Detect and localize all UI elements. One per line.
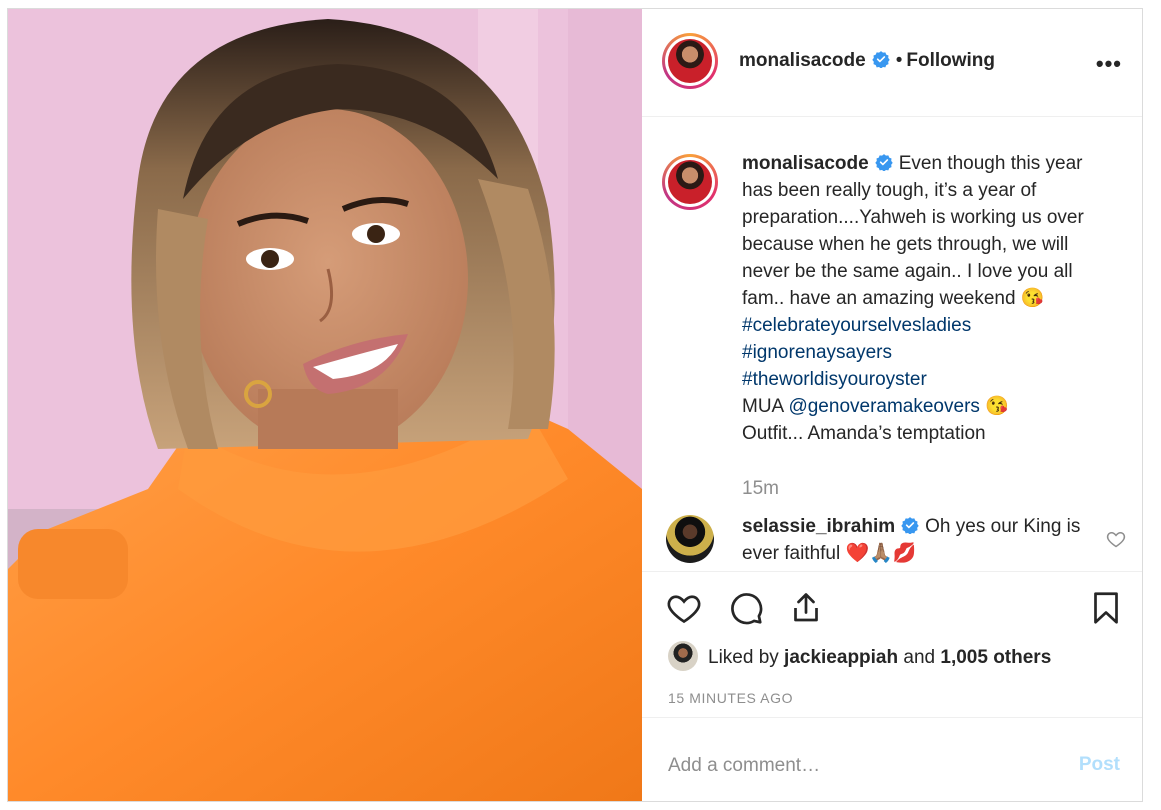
separator-dot: • [895, 50, 903, 71]
header-line: monalisacode • Following [739, 50, 995, 72]
post-comment-button[interactable]: Post [1079, 754, 1120, 776]
instagram-post: monalisacode • Following ••• monalisacode… [7, 8, 1143, 802]
comment-box: Post [642, 717, 1142, 801]
liker-username[interactable]: jackieappiah [784, 647, 898, 668]
hashtag-link[interactable]: #ignorenaysayers [742, 342, 892, 363]
comment-like-heart-icon[interactable] [1106, 529, 1126, 549]
likes-middle: and [898, 647, 941, 668]
mention-link[interactable]: @genoveramakeovers [788, 396, 979, 417]
post-side-panel: monalisacode • Following ••• monalisacode… [642, 9, 1142, 801]
caption-username[interactable]: monalisacode [742, 153, 869, 174]
verified-badge-icon [901, 517, 919, 534]
caption-text-line: has been really tough, it’s a year of [742, 180, 1037, 201]
hashtag-link[interactable]: #celebrateyourselvesladies [742, 315, 971, 336]
caption-author-avatar-image [668, 160, 712, 204]
caption-text-line: preparation....Yahweh is working us over [742, 207, 1084, 228]
author-username[interactable]: monalisacode [739, 50, 866, 71]
author-avatar[interactable] [662, 33, 718, 89]
post-photo[interactable] [8, 9, 642, 801]
heart-icon[interactable] [666, 590, 702, 626]
caption-area: monalisacode Even though this year has b… [642, 117, 1142, 571]
liker-avatar[interactable] [668, 641, 698, 671]
likes-others-link[interactable]: 1,005 others [940, 647, 1051, 668]
likes-prefix: Liked by [708, 647, 785, 668]
likes-summary: Liked by jackieappiah and 1,005 others [668, 641, 1051, 671]
comment-item: selassie_ibrahim Oh yes our King is ever… [742, 513, 1082, 567]
portrait-illustration [8, 9, 642, 801]
author-avatar-image [668, 39, 712, 83]
post-header: monalisacode • Following ••• [642, 9, 1142, 117]
following-button[interactable]: Following [906, 50, 995, 71]
verified-badge-icon [872, 51, 890, 68]
caption-author-avatar[interactable] [662, 154, 718, 210]
caption-text-line: Even though this year [898, 153, 1083, 174]
caption-time-ago[interactable]: 15m [742, 478, 779, 500]
hashtag-link[interactable]: #theworldisyouroyster [742, 369, 927, 390]
caption-text-line: because when he gets through, we will [742, 234, 1069, 255]
commenter-avatar[interactable] [666, 515, 714, 563]
comment-icon[interactable] [728, 590, 764, 626]
caption-text-line: fam.. have an amazing weekend 😘 [742, 288, 1045, 309]
caption-text-line: never be the same again.. I love you all [742, 261, 1073, 282]
post-actions: Liked by jackieappiah and 1,005 others 1… [642, 571, 1142, 717]
verified-badge-icon [875, 154, 893, 171]
mua-prefix: MUA [742, 396, 789, 417]
caption-mua-line: MUA @genoveramakeovers 😘 [742, 393, 1122, 420]
share-icon[interactable] [788, 590, 824, 626]
commenter-username[interactable]: selassie_ibrahim [742, 516, 895, 537]
comment-input[interactable] [666, 754, 1050, 778]
mua-emoji: 😘 [979, 396, 1009, 417]
caption-outfit-line: Outfit... Amanda’s temptation [742, 423, 986, 444]
caption-first-line: monalisacode Even though this year [742, 150, 1122, 177]
more-icon[interactable]: ••• [1096, 51, 1122, 77]
bookmark-icon[interactable] [1088, 590, 1124, 626]
post-timestamp[interactable]: 15 MINUTES AGO [668, 690, 793, 706]
post-caption: monalisacode Even though this year has b… [742, 150, 1122, 447]
